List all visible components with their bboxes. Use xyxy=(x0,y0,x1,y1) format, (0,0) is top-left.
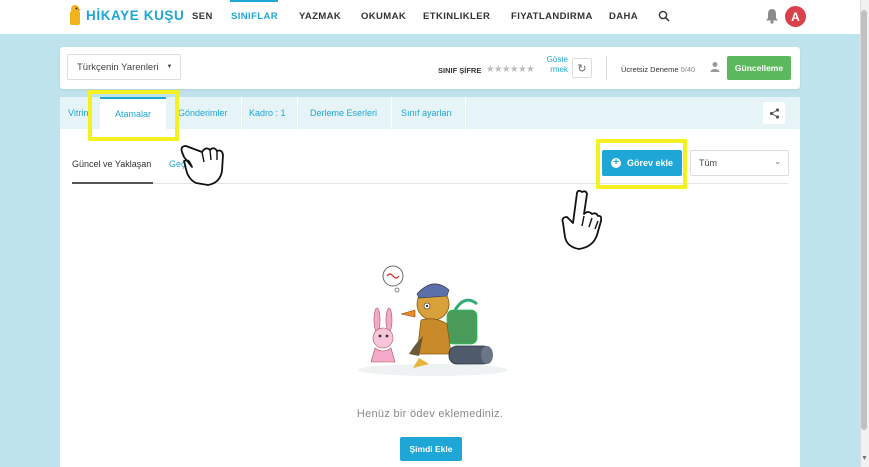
logo[interactable]: HİKAYE KUŞU xyxy=(68,4,184,26)
class-selector[interactable]: Türkçenin Yarenleri ▼ xyxy=(67,54,181,80)
add-now-button[interactable]: Şimdi Ekle xyxy=(400,437,462,461)
filter-value: Tüm xyxy=(699,158,717,168)
tab-sinif-ayarlari[interactable]: Sınıf ayarları xyxy=(401,97,471,129)
class-header-bar: Türkçenin Yarenleri ▼ SINIF ŞİFRE ★★★★★★… xyxy=(60,47,800,89)
refresh-icon: ↻ xyxy=(577,62,587,75)
assignment-filter-select[interactable]: Tüm ⌄ xyxy=(690,150,789,176)
bell-icon[interactable] xyxy=(765,8,779,24)
highlight-box-atamalar xyxy=(88,90,179,141)
pointing-hand-icon xyxy=(180,145,224,186)
nav-fiyatlandirma[interactable]: FIYATLANDIRMA xyxy=(511,11,593,22)
tab-derleme-eserleri[interactable]: Derleme Eserleri xyxy=(310,97,390,129)
empty-state-message: Henüz bir ödev eklemediniz. xyxy=(356,408,504,420)
class-password-masked: ★★★★★★ xyxy=(486,64,535,75)
show-password-link[interactable]: Göste rmek xyxy=(538,55,568,75)
avatar[interactable]: A xyxy=(785,6,806,27)
search-icon[interactable] xyxy=(658,10,670,22)
share-icon xyxy=(769,107,779,119)
share-button[interactable] xyxy=(763,102,785,124)
empty-state-illustration xyxy=(358,265,508,376)
top-navigation: HİKAYE KUŞU SEN SINIFLAR YAZMAK OKUMAK E… xyxy=(0,0,869,34)
caret-down-icon: ▼ xyxy=(166,64,173,70)
bird-logo-icon xyxy=(70,5,81,25)
logo-text: HİKAYE KUŞU xyxy=(86,7,185,23)
subtab-active-indicator xyxy=(72,182,153,184)
highlight-box-add-task xyxy=(596,139,687,189)
tab-kadro[interactable]: Kadro : 1 xyxy=(249,97,295,129)
divider xyxy=(606,56,607,80)
upgrade-button[interactable]: Güncelleme xyxy=(727,56,791,80)
scroll-down-arrow-icon[interactable]: ▼ xyxy=(861,455,868,462)
nav-siniflar[interactable]: SINIFLAR xyxy=(231,11,278,22)
subtab-current[interactable]: Güncel ve Yaklaşan xyxy=(72,159,151,169)
trial-status: Ücretsiz Deneme 0/40 xyxy=(621,65,696,74)
user-icon[interactable] xyxy=(710,61,720,73)
class-name: Türkçenin Yarenleri xyxy=(77,61,159,73)
tab-gonderimler[interactable]: Gönderimler xyxy=(178,97,244,129)
class-password-label: SINIF ŞİFRE xyxy=(438,66,482,75)
nav-yazmak[interactable]: YAZMAK xyxy=(299,11,341,22)
nav-etkinlikler[interactable]: ETKINLIKLER xyxy=(423,11,490,22)
scrollbar-thumb[interactable] xyxy=(861,10,867,430)
nav-daha[interactable]: DAHA xyxy=(609,11,638,22)
nav-active-indicator xyxy=(230,0,278,2)
pointing-hand-icon-2 xyxy=(561,189,602,250)
refresh-password-button[interactable]: ↻ xyxy=(572,58,592,78)
nav-okumak[interactable]: OKUMAK xyxy=(361,11,406,22)
nav-sen[interactable]: SEN xyxy=(192,11,213,22)
chevron-down-icon: ⌄ xyxy=(774,157,781,166)
